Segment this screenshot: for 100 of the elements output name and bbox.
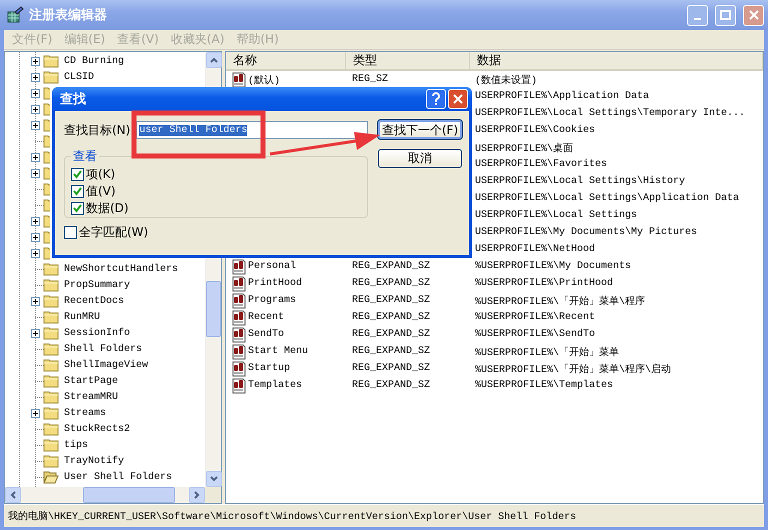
string-value-icon [231,360,247,376]
tree-item[interactable]: SessionInfo [63,328,132,338]
expand-icon[interactable] [31,56,40,66]
close-button[interactable] [448,89,468,109]
value-name[interactable]: (默认) [248,72,280,86]
dialog-button[interactable]: 取消 [378,149,462,168]
value-name[interactable]: Startup [248,363,290,374]
tree-item[interactable]: RecentDocs [63,296,126,306]
status-path: 我的电脑\HKEY_CURRENT_USER\Software\Microsoft\Windows\CurrentVersion\Explorer\User Shell Folders [8,510,576,523]
expand-icon[interactable] [31,408,40,418]
expand-icon[interactable] [31,120,40,130]
string-value-icon [231,326,247,342]
column-header[interactable]: 类型 [346,52,470,69]
expand-icon[interactable] [31,72,40,82]
value-name[interactable]: Personal [248,261,296,272]
value-data: %USERPROFILE%\「开始」菜单\程序 [475,296,646,308]
tree-item[interactable]: tips [63,440,90,450]
value-name[interactable]: Start Menu [248,346,308,357]
value-name[interactable]: SendTo [248,329,284,340]
expand-icon[interactable] [31,88,40,98]
value-data: %USERPROFILE%\SendTo [475,329,596,340]
scroll-down-button[interactable] [206,471,222,487]
string-value-icon [231,258,247,274]
tree-item[interactable]: PropSummary [63,280,132,290]
window-title: 注册表编辑器 [29,6,108,24]
checkbox[interactable] [71,168,84,181]
value-data: %USERPROFILE%\「开始」菜单\程序\启动 [475,364,672,376]
value-data: USERPROFILE%\Favorites [475,159,608,170]
value-data: USERPROFILE%\Application Data [475,91,650,102]
tree-item[interactable]: ShellImageView [63,360,150,370]
string-value-icon [231,72,247,88]
value-data: USERPROFILE%\My Documents\My Pictures [475,227,698,238]
checkbox[interactable] [71,202,84,215]
find-field[interactable]: user Shell Folders [136,121,368,139]
checkbox-label: 值(V) [86,183,116,200]
tree-item[interactable]: CLSID [63,72,96,82]
value-data: (数值未设置) [475,76,538,86]
value-type: REG_EXPAND_SZ [352,312,430,323]
string-value-icon [231,292,247,308]
tree-item[interactable]: StreamMRU [63,392,120,402]
column-header[interactable]: 数据 [470,52,763,69]
expand-icon[interactable] [31,232,40,242]
string-value-icon [231,344,247,360]
value-data: %USERPROFILE%\My Documents [475,261,632,272]
scroll-left-button[interactable] [5,487,21,503]
registry-icon [6,6,24,24]
value-data: USERPROFILE%\NetHood [475,244,596,255]
expand-icon[interactable] [31,248,40,258]
tree-item[interactable]: StartPage [63,376,120,386]
value-data: %USERPROFILE%\PrintHood [475,278,614,289]
value-type: REG_EXPAND_SZ [352,329,430,340]
value-data: USERPROFILE%\Cookies [475,125,596,136]
scrollbar-thumb[interactable] [206,281,221,337]
value-name[interactable]: Templates [248,380,302,391]
close-icon [748,10,758,20]
string-value-icon [231,378,247,394]
expand-icon[interactable] [31,152,40,162]
value-type: REG_EXPAND_SZ [352,278,430,289]
tree-item[interactable]: NewShortcutHandlers [63,264,180,274]
expand-icon[interactable] [31,104,40,114]
minimize-icon [694,18,701,20]
scrollbar-thumb[interactable] [83,487,175,503]
string-value-icon [231,276,247,292]
tree-item[interactable]: Streams [63,408,108,418]
value-name[interactable]: PrintHood [248,278,302,289]
checkbox[interactable] [64,226,77,239]
expand-icon[interactable] [31,168,40,178]
scroll-up-button[interactable] [206,52,222,68]
tree-item[interactable]: User Shell Folders [63,472,174,482]
tree-item[interactable]: CD Burning [63,56,126,66]
scroll-right-button[interactable] [189,487,205,503]
expand-icon[interactable] [31,216,40,226]
tree-item[interactable]: Shell Folders [63,344,144,354]
expand-icon[interactable] [31,328,40,338]
value-type: REG_SZ [352,74,388,85]
maximize-icon [720,10,731,20]
string-value-icon [231,310,247,326]
value-data: %USERPROFILE%\「开始」菜单 [475,348,620,358]
field-label: 查找目标(N) [64,122,130,138]
value-data: USERPROFILE%\桌面 [475,144,574,154]
checkbox-label: 项(K) [86,166,116,183]
value-data: %USERPROFILE%\Recent [475,312,596,323]
tree-item[interactable]: StuckRects2 [63,424,132,434]
value-type: REG_EXPAND_SZ [352,346,430,357]
column-header[interactable]: 名称 [226,52,346,69]
tree-item[interactable]: TrayNotify [63,456,126,466]
value-type: REG_EXPAND_SZ [352,295,430,306]
value-data: %USERPROFILE%\Templates [475,380,614,391]
tree-item[interactable]: RunMRU [63,312,102,322]
help-button[interactable] [426,89,446,109]
checkbox-label: 全字匹配(W) [79,224,148,241]
expand-icon[interactable] [31,296,40,306]
checkbox[interactable] [71,185,84,198]
close-icon [452,93,464,105]
value-name[interactable]: Recent [248,312,284,323]
value-data: USERPROFILE%\Local Settings\Temporary Inte... [475,108,746,119]
dialog-button[interactable]: 查找下一个(F) [378,120,462,139]
group-label: 查看 [72,148,98,165]
value-name[interactable]: Programs [248,295,296,306]
horizontal-scrollbar[interactable] [5,487,205,503]
